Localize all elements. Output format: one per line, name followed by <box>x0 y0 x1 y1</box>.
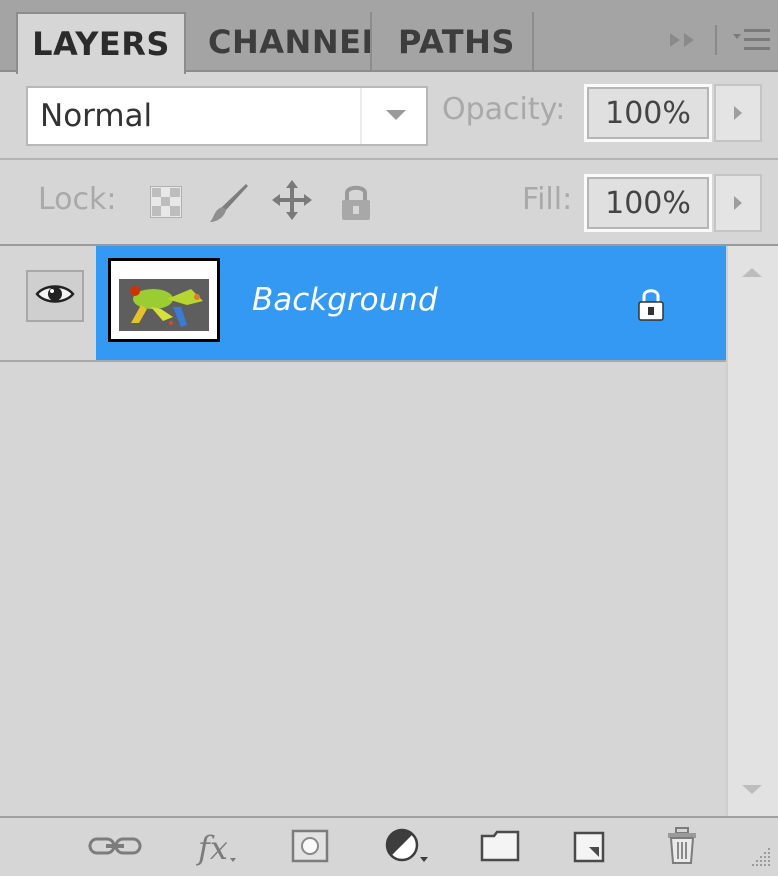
lock-row: Lock: Fill: 100% <box>0 160 778 246</box>
scroll-down-icon[interactable] <box>742 785 762 794</box>
blend-mode-dropdown[interactable] <box>360 88 428 144</box>
new-adjustment-layer-button[interactable] <box>372 826 442 870</box>
lock-label: Lock: <box>38 182 117 217</box>
layers-list: Background <box>0 246 726 816</box>
layers-panel: LAYERS CHANNEL PATHS Normal Opacity: 100… <box>0 0 778 876</box>
fill-label: Fill: <box>522 182 573 217</box>
layer-main[interactable]: Background <box>96 246 726 360</box>
panel-tab-bar: LAYERS CHANNEL PATHS <box>0 0 778 74</box>
blend-mode-value: Normal <box>40 98 153 134</box>
layer-name[interactable]: Background <box>252 282 438 318</box>
resize-grip-icon[interactable] <box>750 846 772 872</box>
opacity-slider-button[interactable] <box>714 84 762 142</box>
delete-layer-button[interactable] <box>652 826 712 870</box>
lock-position-icon[interactable] <box>270 178 314 226</box>
visibility-cell <box>16 246 96 360</box>
lock-image-pixels-icon[interactable] <box>206 180 250 228</box>
collapse-panel-icon[interactable] <box>668 30 700 54</box>
layer-row[interactable]: Background <box>0 246 726 362</box>
layers-scrollbar[interactable] <box>726 246 778 816</box>
delete-layer-icon <box>666 827 698 869</box>
opacity-field[interactable]: 100% <box>584 84 712 142</box>
add-layer-style-button[interactable]: fx <box>182 826 252 870</box>
eye-icon <box>35 282 75 310</box>
chevron-down-icon <box>386 110 406 120</box>
new-layer-icon <box>573 829 607 867</box>
panel-controls <box>668 20 772 64</box>
layer-mask-icon <box>291 829 329 867</box>
fill-field[interactable]: 100% <box>584 174 712 232</box>
layer-thumbnail <box>108 258 220 342</box>
link-layers-button[interactable] <box>80 826 150 870</box>
tab-layers[interactable]: LAYERS <box>16 12 186 74</box>
new-group-button[interactable] <box>470 826 530 870</box>
layers-footer-toolbar: fx <box>0 816 778 876</box>
new-layer-button[interactable] <box>560 826 620 870</box>
link-layers-icon <box>88 833 142 863</box>
adjustment-layer-icon <box>384 827 430 869</box>
visibility-toggle[interactable] <box>26 270 84 322</box>
blend-row: Normal Opacity: 100% <box>0 74 778 160</box>
lock-all-icon[interactable] <box>338 182 374 226</box>
scroll-up-icon[interactable] <box>742 268 762 277</box>
fx-icon: fx <box>198 829 228 867</box>
panel-menu-icon[interactable] <box>732 26 772 58</box>
new-group-icon <box>480 830 520 866</box>
opacity-label: Opacity: <box>442 92 566 127</box>
separator-icon <box>714 25 718 59</box>
lock-transparent-pixels-icon[interactable] <box>149 185 183 222</box>
dropdown-caret-icon <box>229 858 236 862</box>
layer-lock-icon <box>636 286 666 326</box>
fill-slider-button[interactable] <box>714 174 762 232</box>
tab-paths[interactable]: PATHS <box>374 12 534 72</box>
blend-mode-select[interactable]: Normal <box>26 86 428 146</box>
frog-thumbnail-image <box>119 279 209 331</box>
add-mask-button[interactable] <box>280 826 340 870</box>
tab-channels[interactable]: CHANNEL <box>186 12 372 72</box>
